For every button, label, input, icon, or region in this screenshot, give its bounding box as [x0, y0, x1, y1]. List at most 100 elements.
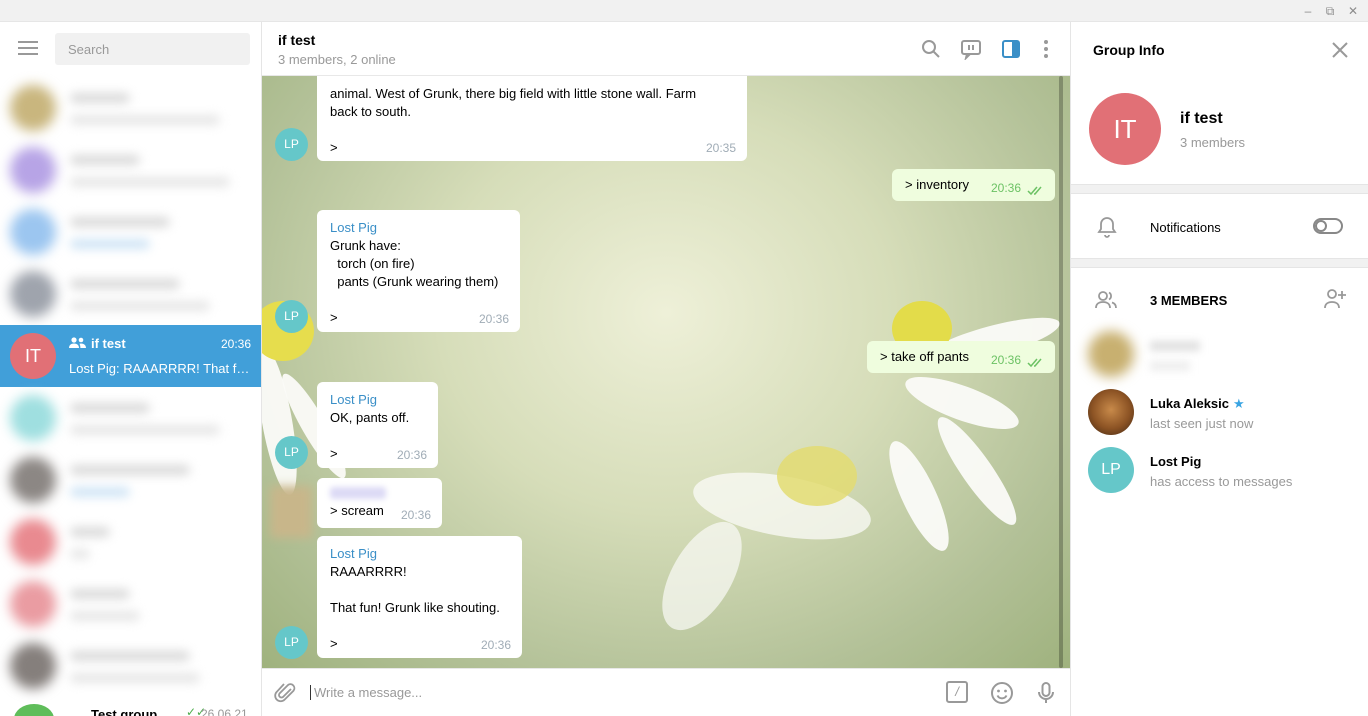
chat-list: IT if test 20:36 Lost Pig: RAAARRRR! Tha… — [0, 77, 261, 697]
avatar: LP — [1088, 447, 1134, 493]
scrollbar[interactable] — [1059, 76, 1063, 668]
close-window-icon[interactable]: ✕ — [1345, 3, 1361, 19]
avatar — [1088, 389, 1134, 435]
discussion-icon[interactable] — [960, 38, 982, 60]
message-bubble[interactable]: Lost Pig Grunk have: torch (on fire) pan… — [317, 210, 520, 332]
list-item[interactable] — [0, 635, 261, 697]
message-bubble[interactable]: > scream 20:36 — [317, 478, 442, 528]
list-item[interactable] — [0, 201, 261, 263]
avatar — [10, 209, 56, 255]
message-input[interactable]: Write a message... — [310, 685, 422, 700]
member-status: has access to messages — [1150, 474, 1293, 489]
member-name: Luka Aleksic — [1150, 396, 1230, 411]
avatar[interactable]: LP — [275, 436, 308, 469]
divider — [1071, 258, 1368, 268]
chat-time: 26.06.21 — [201, 707, 248, 716]
sender-name[interactable]: Lost Pig — [330, 545, 509, 563]
list-item[interactable] — [0, 263, 261, 325]
microphone-icon[interactable] — [1034, 681, 1058, 705]
message-text: > inventory — [905, 177, 969, 192]
avatar — [10, 147, 56, 193]
avatar — [10, 581, 56, 627]
avatar — [10, 271, 56, 317]
avatar[interactable] — [270, 486, 312, 538]
close-icon[interactable] — [1330, 40, 1350, 60]
notifications-label: Notifications — [1150, 220, 1221, 235]
message-time: 20:36 — [990, 181, 1021, 195]
group-member-count: 3 members — [1180, 135, 1246, 150]
chat-list-item-if-test[interactable]: IT if test 20:36 Lost Pig: RAAARRRR! Tha… — [0, 325, 261, 387]
attach-icon[interactable] — [274, 681, 298, 705]
message-bubble[interactable]: Lost Pig RAAARRRR! That fun! Grunk like … — [317, 536, 522, 658]
message-time: 20:35 — [705, 141, 736, 155]
avatar — [1088, 331, 1134, 377]
avatar: IT — [10, 333, 56, 379]
list-item[interactable] — [0, 139, 261, 201]
chat-header: if test 3 members, 2 online — [262, 22, 1070, 76]
list-item[interactable] — [0, 77, 261, 139]
avatar[interactable]: LP — [275, 300, 308, 333]
list-item[interactable] — [0, 573, 261, 635]
chat-preview: Lost Pig: RAAARRRR! That fun! Grunk like… — [69, 361, 253, 376]
chat-list-item-test-group[interactable]: Test group ✓✓ 26.06.21 — [0, 702, 261, 716]
chat-list-sidebar: Search IT if test 20:36 Lost Pig: RAAARR… — [0, 22, 262, 716]
member-item[interactable]: Luka Aleksic ★ last seen just now — [1071, 389, 1368, 447]
avatar[interactable]: LP — [275, 128, 308, 161]
admin-star-icon: ★ — [1233, 396, 1245, 411]
bell-icon — [1097, 217, 1117, 238]
divider — [1071, 184, 1368, 194]
sender-name[interactable]: Lost Pig — [330, 391, 425, 409]
message-bubble[interactable]: Lost Pig OK, pants off. > 20:36 — [317, 382, 438, 468]
emoji-icon[interactable] — [990, 681, 1014, 705]
chat-name: Test group — [91, 707, 158, 716]
sender-name[interactable]: Lost Pig — [330, 219, 507, 237]
chat-time: 20:36 — [220, 337, 251, 351]
sidebar-toggle-icon[interactable] — [1000, 38, 1022, 60]
avatar — [10, 457, 56, 503]
list-item[interactable] — [0, 387, 261, 449]
message-bubble-outgoing[interactable]: > inventory 20:36 — [892, 169, 1055, 201]
avatar — [10, 643, 56, 689]
more-options-icon[interactable] — [1035, 38, 1057, 60]
members-icon — [1095, 291, 1117, 309]
notifications-toggle[interactable] — [1313, 218, 1343, 234]
list-item[interactable] — [0, 511, 261, 573]
read-checkmarks-icon — [1027, 358, 1042, 368]
add-member-icon[interactable] — [1323, 288, 1347, 310]
group-avatar[interactable]: IT — [1089, 93, 1161, 165]
message-bubble-outgoing[interactable]: > take off pants 20:36 — [867, 341, 1055, 373]
search-input[interactable]: Search — [55, 33, 250, 65]
minimize-icon[interactable]: – — [1300, 3, 1316, 19]
message-composer: Write a message... / — [262, 668, 1070, 716]
avatar — [10, 395, 56, 441]
maximize-icon[interactable]: ⧉ — [1322, 3, 1338, 19]
message-bubble[interactable]: animal. West of Grunk, there big field w… — [317, 76, 747, 161]
avatar — [10, 85, 56, 131]
avatar[interactable]: LP — [275, 626, 308, 659]
read-checkmarks-icon — [1027, 186, 1042, 196]
message-time: 20:36 — [478, 312, 509, 326]
member-item[interactable]: LP Lost Pig has access to messages — [1071, 447, 1368, 505]
member-name: Lost Pig — [1150, 454, 1202, 469]
message-area: animal. West of Grunk, there big field w… — [262, 76, 1070, 668]
group-icon — [69, 337, 86, 348]
member-item-hidden[interactable] — [1071, 331, 1368, 389]
members-title: 3 MEMBERS — [1150, 293, 1228, 308]
message-time: 20:36 — [396, 448, 427, 462]
bot-command-icon[interactable]: / — [946, 681, 968, 703]
message-time: 20:36 — [990, 353, 1021, 367]
window-titlebar: – ⧉ ✕ — [0, 0, 1368, 22]
member-status: last seen just now — [1150, 416, 1254, 431]
group-name: if test — [1180, 110, 1223, 127]
avatar — [10, 519, 56, 565]
group-info-panel: Group Info IT if test 3 members Notifica… — [1070, 22, 1368, 716]
list-item[interactable] — [0, 449, 261, 511]
message-text: animal. West of Grunk, there big field w… — [330, 86, 697, 155]
search-icon[interactable] — [920, 38, 942, 60]
hamburger-menu-icon[interactable] — [18, 41, 38, 55]
chat-title[interactable]: if test — [278, 32, 315, 48]
panel-title: Group Info — [1093, 42, 1165, 58]
message-time: 20:36 — [480, 638, 511, 652]
avatar — [14, 704, 54, 716]
chat-subtitle: 3 members, 2 online — [278, 52, 396, 67]
